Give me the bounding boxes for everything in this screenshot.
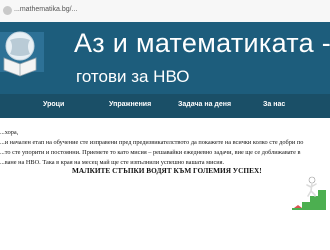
motto-heading: МАЛКИТЕ СТЪПКИ ВОДЯТ КЪМ ГОЛЕМИЯ УСПЕХ!	[72, 166, 262, 175]
intro-line: ...и началeн етап на обучение сте изправ…	[0, 139, 304, 146]
site-favicon-icon	[3, 6, 12, 15]
nav-item-problem-of-the-day[interactable]: Задача на деня	[178, 101, 231, 108]
site-subtitle: готови за НВО	[76, 67, 190, 86]
book-globe-logo-icon[interactable]	[0, 24, 44, 86]
main-navigation: Уроци Упражнения Задача на деня За нас	[0, 94, 330, 118]
climbing-stairs-figure-icon	[292, 176, 326, 210]
nav-item-exercises[interactable]: Упражнения	[109, 101, 151, 108]
intro-greeting: ...хора,	[0, 129, 19, 136]
nav-item-lessons[interactable]: Уроци	[43, 101, 64, 108]
browser-address-bar[interactable]: ...mathematika.bg/...	[0, 0, 330, 23]
site-title: Аз и математиката -	[74, 28, 330, 58]
intro-line: ...то сте упорити и постоянни. Приемете …	[0, 149, 301, 156]
nav-item-about-us[interactable]: За нас	[263, 101, 285, 108]
url-text: ...mathematika.bg/...	[14, 6, 78, 13]
